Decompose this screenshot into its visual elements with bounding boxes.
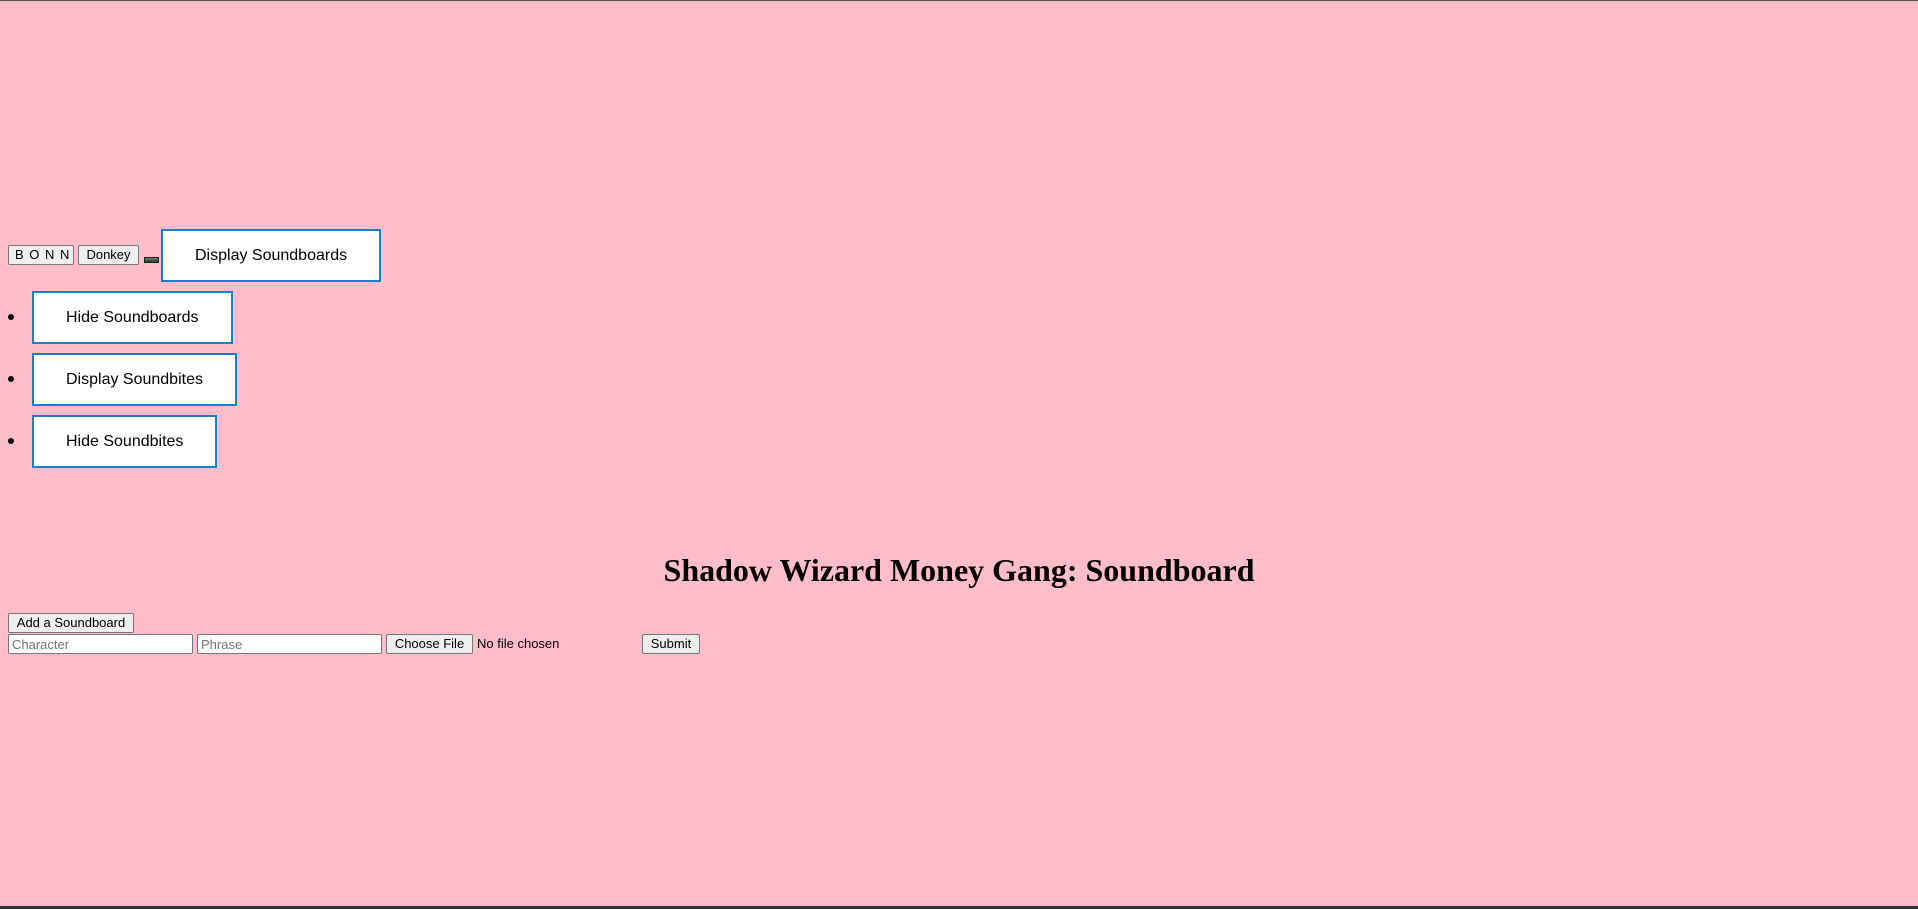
bullet-icon: [8, 376, 14, 382]
image-icon: [144, 257, 159, 263]
character-input[interactable]: [8, 634, 193, 654]
donkey-button[interactable]: Donkey: [78, 245, 139, 265]
bullet-icon: [8, 314, 14, 320]
hide-soundboards-button[interactable]: Hide Soundboards: [32, 291, 233, 344]
bullet-icon: [8, 438, 14, 444]
phrase-input[interactable]: [197, 634, 382, 654]
submit-button[interactable]: Submit: [642, 634, 700, 654]
display-soundboards-button[interactable]: Display Soundboards: [161, 229, 382, 282]
hide-soundbites-button[interactable]: Hide Soundbites: [32, 415, 218, 468]
choose-file-button[interactable]: Choose File: [386, 634, 473, 654]
window-top-border: [0, 0, 1918, 1]
add-soundboard-button[interactable]: Add a Soundboard: [8, 613, 134, 633]
bonn-button[interactable]: B O N N: [8, 245, 74, 265]
file-status-text: No file chosen: [477, 636, 560, 651]
page-title: Shadow Wizard Money Gang: Soundboard: [663, 552, 1255, 588]
display-soundbites-button[interactable]: Display Soundbites: [32, 353, 237, 406]
